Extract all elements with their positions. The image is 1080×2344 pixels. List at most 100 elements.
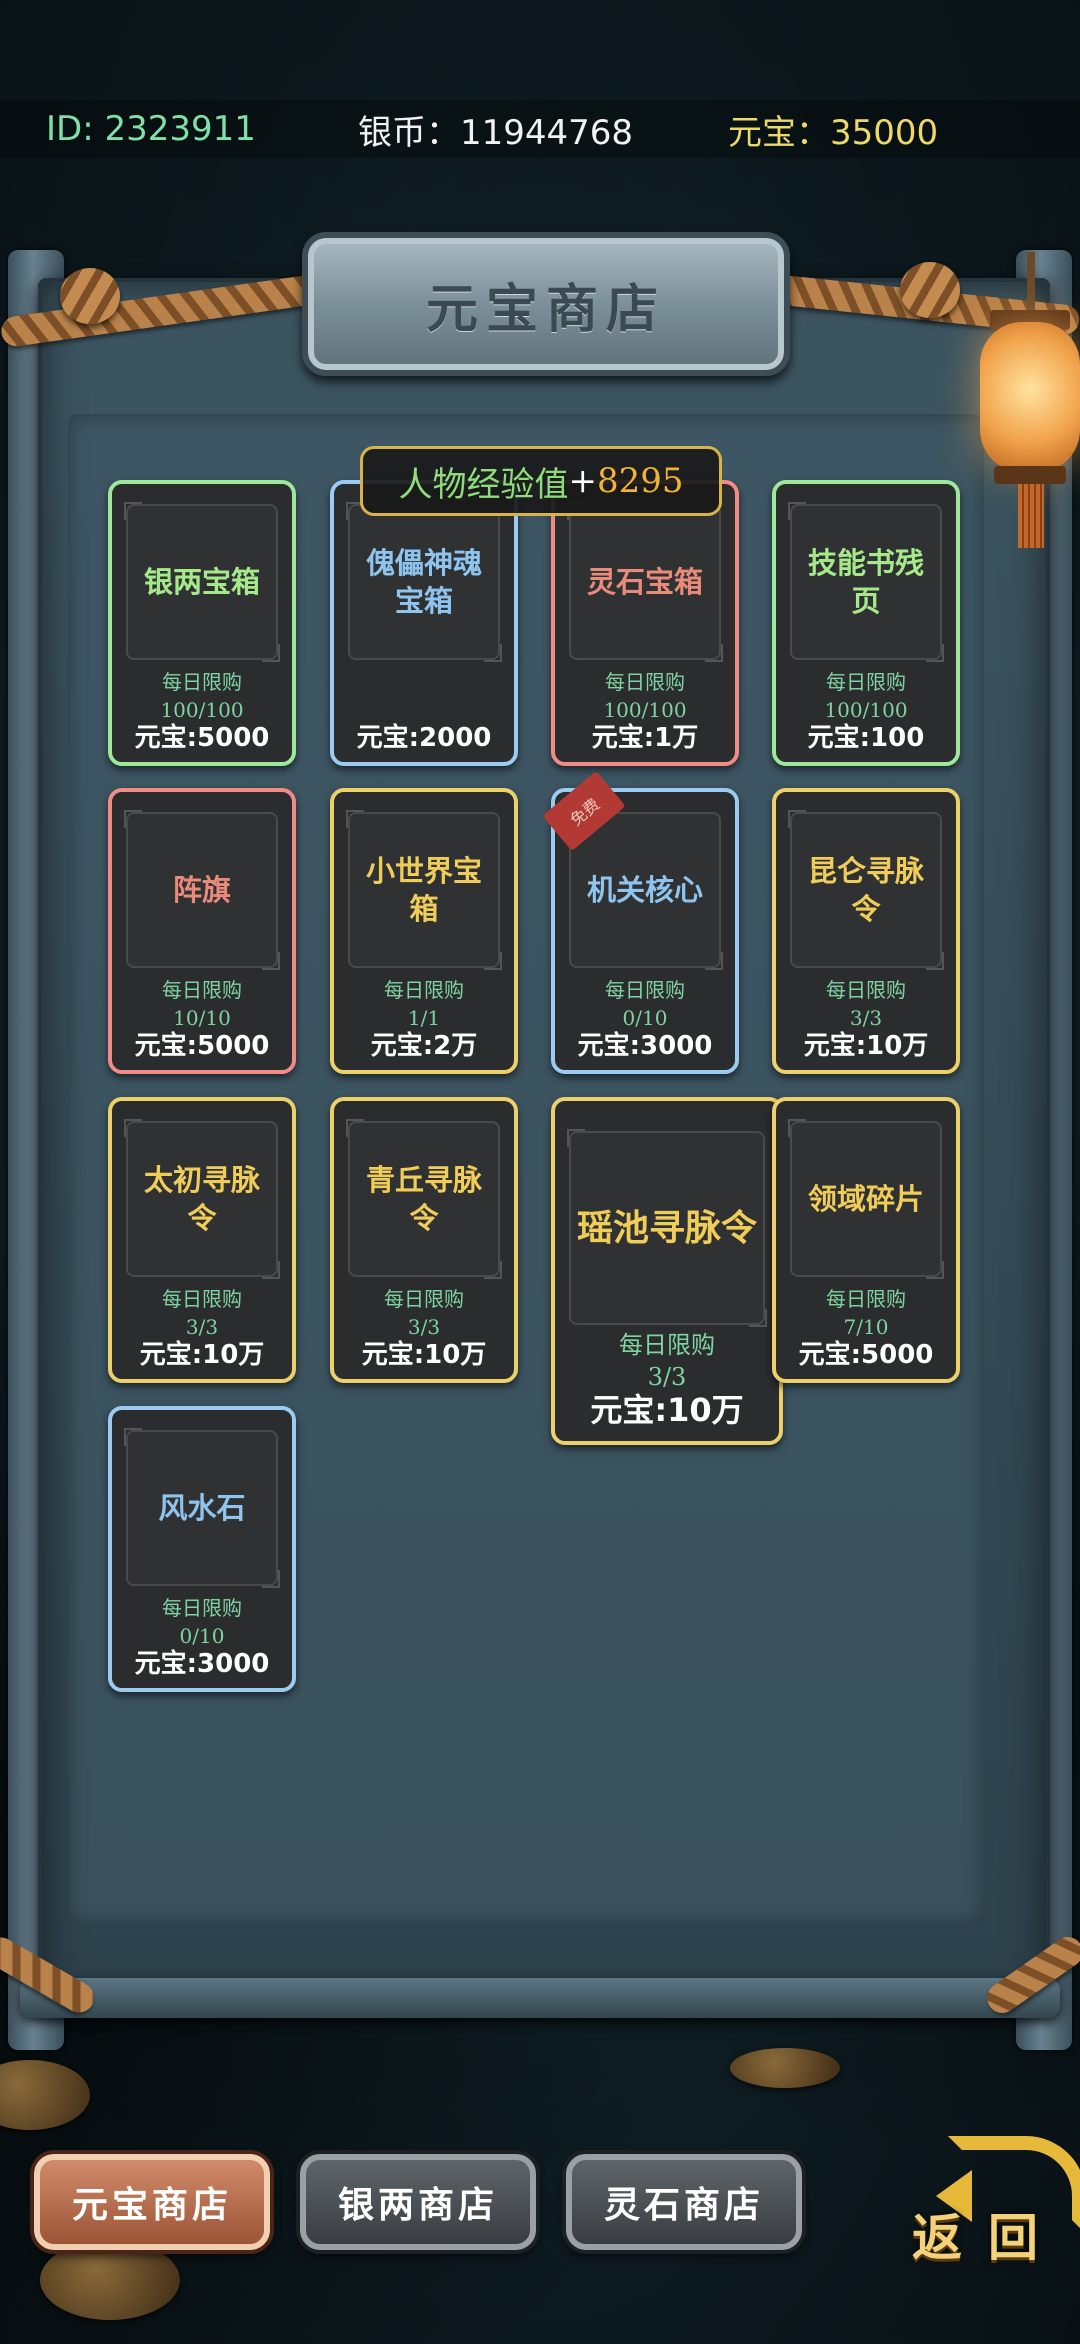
coin-decoration — [730, 2048, 840, 2088]
item-name: 傀儡神魂宝箱 — [365, 546, 482, 618]
item-name: 小世界宝箱 — [365, 854, 482, 926]
item-price: 元宝:3000 — [577, 1031, 713, 1061]
item-price: 元宝:10万 — [803, 1031, 929, 1061]
item-price: 元宝:5000 — [134, 723, 270, 753]
item-price: 元宝:5000 — [134, 1031, 270, 1061]
limit-label: 每日限购 — [162, 1287, 242, 1311]
item-purchase-limit: 每日限购 3/3 — [334, 1285, 514, 1341]
shop-title: 元宝商店 — [425, 278, 666, 340]
coin-decoration — [40, 2240, 180, 2320]
shop-item-card[interactable]: 灵石宝箱每日限购 100/100 元宝:1万 — [551, 480, 739, 766]
item-price: 元宝:3000 — [134, 1649, 270, 1679]
item-purchase-limit: 每日限购 100/100 — [776, 668, 956, 724]
item-purchase-limit: 每日限购 3/3 — [112, 1285, 292, 1341]
shop-item-card[interactable]: 领域碎片每日限购 7/10 元宝:5000 — [772, 1097, 960, 1383]
tab-spirit-stone-shop[interactable]: 灵石商店 — [566, 2154, 802, 2250]
item-name: 太初寻脉令 — [143, 1163, 260, 1235]
item-purchase-limit: 每日限购 1/1 — [334, 976, 514, 1032]
tab-label: 灵石商店 — [603, 2184, 764, 2226]
exp-label: 人物经验值 — [398, 464, 569, 505]
limit-label: 每日限购 — [162, 1596, 242, 1620]
item-icon-frame: 昆仑寻脉令 — [788, 810, 944, 970]
item-name: 技能书残页 — [807, 546, 924, 618]
shop-item-card[interactable]: 青丘寻脉令每日限购 3/3 元宝:10万 — [330, 1097, 518, 1383]
tab-silver-shop[interactable]: 银两商店 — [300, 2154, 536, 2250]
item-icon-frame: 银两宝箱 — [124, 502, 280, 662]
item-icon-frame: 瑶池寻脉令 — [567, 1129, 767, 1327]
item-icon-frame: 机关核心 — [567, 810, 723, 970]
item-purchase-limit: 每日限购 7/10 — [776, 1285, 956, 1341]
item-icon-frame: 技能书残页 — [788, 502, 944, 662]
item-price: 元宝:5000 — [798, 1340, 934, 1370]
item-icon-frame: 青丘寻脉令 — [346, 1119, 502, 1279]
item-icon-frame: 灵石宝箱 — [567, 502, 723, 662]
limit-label: 每日限购 — [162, 670, 242, 694]
tab-yuanbao-shop[interactable]: 元宝商店 — [34, 2154, 270, 2250]
shop-item-card[interactable]: 技能书残页 每日限购 100/100 元宝:100 — [772, 480, 960, 766]
item-price: 元宝:1万 — [591, 723, 699, 753]
item-purchase-limit: 每日限购 100/100 — [555, 668, 735, 724]
item-price: 元宝:2万 — [370, 1031, 478, 1061]
item-purchase-limit: 每日限购 3/3 — [776, 976, 956, 1032]
limit-label: 每日限购 — [826, 978, 906, 1002]
yuanbao-balance: 元宝：35000 — [728, 112, 939, 153]
limit-label: 每日限购 — [384, 1287, 464, 1311]
item-icon-frame: 傀儡神魂宝箱 — [346, 502, 502, 662]
item-icon-frame: 太初寻脉令 — [124, 1119, 280, 1279]
exp-plus: + — [568, 461, 597, 501]
lantern-icon — [980, 322, 1080, 472]
lantern-hook — [1027, 252, 1035, 312]
limit-label: 每日限购 — [384, 978, 464, 1002]
shop-item-card[interactable]: 太初寻脉令每日限购 3/3 元宝:10万 — [108, 1097, 296, 1383]
limit-label: 每日限购 — [605, 670, 685, 694]
shop-item-card[interactable]: 瑶池寻脉令 每日限购 3/3 元宝:10万 — [551, 1097, 783, 1445]
item-icon-frame: 领域碎片 — [788, 1119, 944, 1279]
item-purchase-limit: 每日限购 100/100 — [112, 668, 292, 724]
player-id: ID: 2323911 — [46, 109, 256, 149]
item-name: 领域碎片 — [807, 1182, 924, 1216]
rope-knot — [900, 262, 960, 318]
limit-label: 每日限购 — [826, 670, 906, 694]
item-purchase-limit: 每日限购 10/10 — [112, 976, 292, 1032]
shop-item-card[interactable]: 银两宝箱每日限购 100/100 元宝:5000 — [108, 480, 296, 766]
item-purchase-limit: 每日限购 0/10 — [112, 1594, 292, 1650]
status-bar: ID: 2323911 银币：11944768 元宝：35000 — [0, 100, 1080, 158]
limit-label: 每日限购 — [162, 978, 242, 1002]
lantern-base — [994, 466, 1066, 484]
item-name: 灵石宝箱 — [586, 565, 703, 599]
lantern-tassel — [1018, 484, 1044, 548]
shop-item-card[interactable]: 小世界宝箱每日限购 1/1 元宝:2万 — [330, 788, 518, 1074]
exp-gain-banner: 人物经验值 + 8295 — [360, 446, 722, 516]
shop-item-card[interactable]: 机关核心 每日限购 0/10 元宝:3000 免费 — [542, 770, 739, 1074]
item-name: 瑶池寻脉令 — [577, 1207, 758, 1249]
exp-value: 8295 — [596, 461, 684, 501]
tab-label: 元宝商店 — [71, 2184, 232, 2226]
shop-title-plaque: 元宝商店 — [302, 232, 790, 376]
limit-label: 每日限购 — [619, 1331, 715, 1359]
item-icon-frame: 小世界宝箱 — [346, 810, 502, 970]
rope-knot — [60, 268, 120, 324]
item-name: 银两宝箱 — [143, 565, 260, 599]
shop-item-card[interactable]: 风水石每日限购 0/10 元宝:3000 — [108, 1406, 296, 1692]
item-name: 昆仑寻脉令 — [807, 854, 924, 926]
shop-item-card[interactable]: 阵旗每日限购 10/10 元宝:5000 — [108, 788, 296, 1074]
item-name: 阵旗 — [172, 873, 231, 907]
item-price: 元宝:2000 — [356, 723, 492, 753]
item-name: 机关核心 — [586, 873, 703, 907]
item-purchase-limit: 每日限购 0/10 — [555, 976, 735, 1032]
item-price: 元宝:10万 — [361, 1340, 487, 1370]
board-bottom-rod — [20, 1978, 1060, 2018]
item-name: 风水石 — [158, 1491, 246, 1525]
item-name: 青丘寻脉令 — [365, 1163, 482, 1235]
item-price: 元宝:10万 — [139, 1340, 265, 1370]
shop-item-card[interactable]: 昆仑寻脉令每日限购 3/3 元宝:10万 — [772, 788, 960, 1074]
limit-label: 每日限购 — [605, 978, 685, 1002]
item-icon-frame: 风水石 — [124, 1428, 280, 1588]
back-label: 返回 — [912, 2208, 1064, 2267]
item-icon-frame: 阵旗 — [124, 810, 280, 970]
shop-item-card[interactable]: 傀儡神魂宝箱元宝:2000 — [330, 480, 518, 766]
tab-label: 银两商店 — [337, 2184, 498, 2226]
item-purchase-limit: 每日限购 3/3 — [555, 1329, 779, 1393]
back-button[interactable]: 返回 — [908, 2130, 1080, 2270]
silver-balance: 银币：11944768 — [358, 112, 634, 153]
